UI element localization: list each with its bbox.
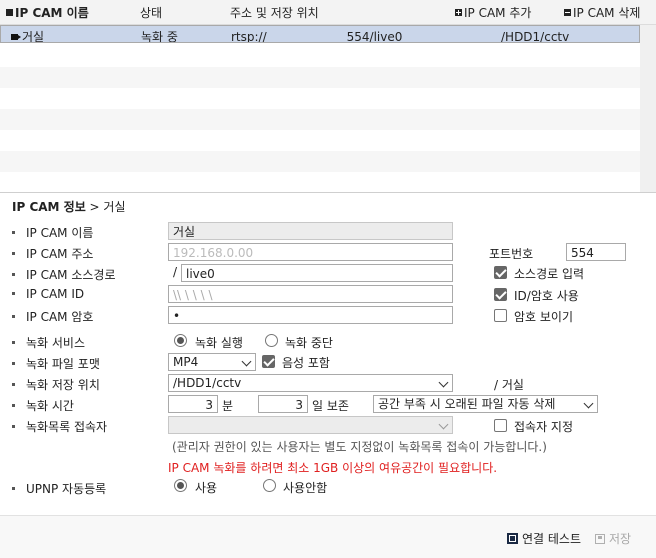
port-field[interactable]: 554 xyxy=(566,243,626,261)
panel-title-rest: > 거실 xyxy=(85,200,126,214)
header-status[interactable]: 상태 xyxy=(140,4,162,21)
source-label: IP CAM 소스경로 xyxy=(12,266,116,283)
add-camera-button[interactable]: IP CAM 추가 xyxy=(455,4,531,21)
panel-title: IP CAM 정보 > 거실 xyxy=(12,198,126,215)
list-scrollbar[interactable] xyxy=(640,25,656,192)
format-label: 녹화 파일 포맷 xyxy=(12,355,100,372)
viewer-check-label: 접속자 지정 xyxy=(514,420,574,434)
viewer-checkbox[interactable] xyxy=(494,419,507,432)
name-label: IP CAM 이름 xyxy=(12,224,93,241)
id-field[interactable]: \\ \ \ \ \ xyxy=(168,285,453,303)
rec-service-label: 녹화 서비스 xyxy=(12,334,85,351)
chevron-down-icon xyxy=(438,377,449,388)
panel-title-bold: IP CAM 정보 xyxy=(12,200,86,214)
chevron-down-icon xyxy=(241,356,252,367)
audio-checkbox[interactable] xyxy=(262,355,275,368)
retention-select[interactable]: 공간 부족 시 오래된 파일 자동 삭제 xyxy=(373,395,598,413)
select-all-icon xyxy=(6,9,13,16)
permission-note: (관리자 권한이 있는 사용자는 별도 지정없이 녹화목록 접속이 가능합니다.… xyxy=(172,440,547,454)
footer-bar: 연결 테스트 저장 xyxy=(0,515,656,558)
upnp-label: UPNP 자동등록 xyxy=(12,480,106,497)
empty-row xyxy=(0,109,640,130)
row-status: 녹화 중 xyxy=(141,30,178,43)
id-label: IP CAM ID xyxy=(12,287,84,301)
add-camera-label: IP CAM 추가 xyxy=(464,6,532,20)
viewer-select xyxy=(168,416,453,434)
chevron-down-icon xyxy=(438,419,449,430)
row-name: 거실 xyxy=(11,29,45,43)
header-name-label: IP CAM 이름 xyxy=(15,6,89,20)
camera-list-header: IP CAM 이름 상태 주소 및 저장 위치 IP CAM 추가 IP CAM… xyxy=(0,0,656,25)
format-value: MP4 xyxy=(173,355,199,369)
rec-on-label: 녹화 실행 xyxy=(195,336,243,350)
source-path-field[interactable]: live0 xyxy=(181,264,453,282)
upnp-on-radio[interactable] xyxy=(174,479,187,492)
location-label: 녹화 저장 위치 xyxy=(12,376,100,393)
chevron-down-icon xyxy=(583,398,594,409)
row-storage: /HDD1/cctv xyxy=(501,30,570,43)
camera-icon xyxy=(11,34,21,40)
plus-icon xyxy=(455,9,462,16)
source-prefix: / xyxy=(173,265,178,279)
empty-row xyxy=(0,172,640,193)
id-check-label: ID/암호 사용 xyxy=(514,289,579,303)
save-label: 저장 xyxy=(609,532,632,546)
empty-row xyxy=(0,130,640,151)
connection-test-label: 연결 테스트 xyxy=(522,532,582,546)
row-url-prefix: rtsp:// xyxy=(231,30,267,43)
address-field[interactable]: 192.168.0.00 xyxy=(168,243,453,261)
days-field[interactable]: 3 xyxy=(258,395,308,413)
header-name[interactable]: IP CAM 이름 xyxy=(6,4,89,21)
password-label: IP CAM 암호 xyxy=(12,308,93,325)
test-icon xyxy=(507,533,518,544)
divider xyxy=(0,192,656,193)
address-label: IP CAM 주소 xyxy=(12,245,93,262)
time-label: 녹화 시간 xyxy=(12,397,74,414)
save-icon xyxy=(595,534,605,544)
redacted-region xyxy=(266,31,347,42)
row-url-suffix: 554/live0 xyxy=(346,30,403,43)
empty-row xyxy=(0,151,640,172)
id-password-checkbox[interactable] xyxy=(494,288,507,301)
row-name-label: 거실 xyxy=(22,30,45,43)
source-check-label: 소스경로 입력 xyxy=(514,267,585,281)
empty-row xyxy=(0,46,640,67)
upnp-off-radio[interactable] xyxy=(263,479,276,492)
save-button[interactable]: 저장 xyxy=(595,530,631,547)
minus-icon xyxy=(564,9,571,16)
location-suffix: / 거실 xyxy=(494,378,524,392)
delete-camera-button[interactable]: IP CAM 삭제 xyxy=(564,4,640,21)
pw-check-label: 암호 보이기 xyxy=(514,310,574,324)
location-select[interactable]: /HDD1/cctv xyxy=(168,374,453,392)
connection-test-button[interactable]: 연결 테스트 xyxy=(507,530,581,547)
audio-label: 음성 포함 xyxy=(282,356,330,370)
rec-off-radio[interactable] xyxy=(265,334,278,347)
name-field: 거실 xyxy=(168,222,453,240)
camera-list: 거실 녹화 중 rtsp:// 554/live0 /HDD1/cctv xyxy=(0,25,640,192)
space-warning: IP CAM 녹화를 하려면 최소 1GB 이상의 여유공간이 필요합니다. xyxy=(168,461,498,475)
minutes-unit: 분 xyxy=(222,399,234,413)
table-row[interactable]: 거실 녹화 중 rtsp:// 554/live0 /HDD1/cctv xyxy=(0,25,640,43)
days-unit: 일 보존 xyxy=(312,399,349,413)
password-field[interactable]: • xyxy=(168,306,453,324)
delete-camera-label: IP CAM 삭제 xyxy=(573,6,641,20)
row-url: rtsp:// 554/live0 xyxy=(231,29,403,43)
rec-on-radio[interactable] xyxy=(174,334,187,347)
upnp-on-label: 사용 xyxy=(195,481,218,495)
location-value: /HDD1/cctv xyxy=(173,376,242,390)
viewer-label: 녹화목록 접속자 xyxy=(12,418,107,435)
source-path-checkbox[interactable] xyxy=(494,266,507,279)
retention-value: 공간 부족 시 오래된 파일 자동 삭제 xyxy=(378,397,556,411)
empty-row xyxy=(0,88,640,109)
header-address[interactable]: 주소 및 저장 위치 xyxy=(230,4,319,21)
show-password-checkbox[interactable] xyxy=(494,309,507,322)
upnp-off-label: 사용안함 xyxy=(283,481,328,495)
port-label: 포트번호 xyxy=(489,247,534,261)
rec-off-label: 녹화 중단 xyxy=(285,336,333,350)
empty-row xyxy=(0,67,640,88)
minutes-field[interactable]: 3 xyxy=(168,395,218,413)
format-select[interactable]: MP4 xyxy=(168,353,256,371)
